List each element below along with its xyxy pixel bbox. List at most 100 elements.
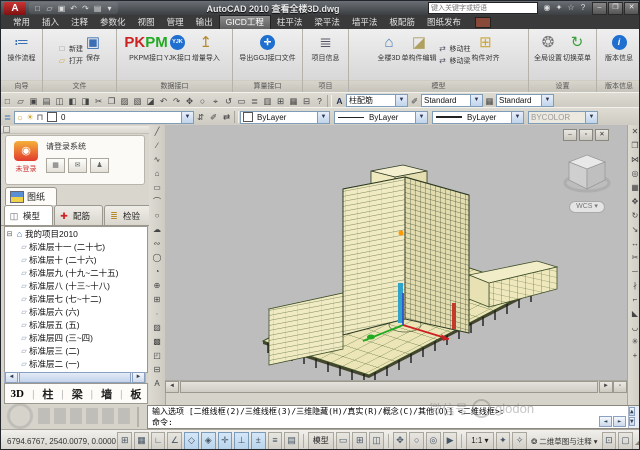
viewport-split-icon[interactable]: ▫ <box>613 381 627 393</box>
explode-icon[interactable]: ✳ <box>629 335 640 349</box>
plot-preview-icon[interactable]: ◫ <box>53 95 66 107</box>
otrack-toggle[interactable]: ✛ <box>217 432 233 449</box>
scroll-thumb[interactable] <box>19 372 131 383</box>
subscription-icon[interactable]: ✦ <box>554 3 564 13</box>
pan-icon[interactable]: ✥ <box>392 432 408 449</box>
tree-item-floor4[interactable]: ▱ 标准层四 (三~四) <box>5 331 147 344</box>
lineweight-combo[interactable]: ByLayer ▼ <box>432 110 524 124</box>
annotation-scale-button[interactable]: 1:1 ▾ <box>466 432 494 449</box>
tree-item-floor10[interactable]: ▱ 标准层十 (二十六) <box>5 253 147 266</box>
ducs-toggle[interactable]: ⊥ <box>234 432 249 449</box>
scroll-left-icon[interactable]: ◄ <box>165 381 179 393</box>
zoom-realtime-icon[interactable]: ○ <box>196 95 209 107</box>
polyline-icon[interactable]: ∿ <box>151 153 164 167</box>
help-icon[interactable]: ? <box>578 3 588 13</box>
tab-beam[interactable]: 梁 <box>69 386 86 402</box>
version-info-button[interactable]: i 版本信息 <box>605 30 633 80</box>
tab-gicd-project[interactable]: GICD工程 <box>218 15 271 29</box>
redo-icon[interactable]: ↷ <box>170 95 183 107</box>
help-search-input[interactable] <box>428 2 538 14</box>
copy-icon[interactable]: ❐ <box>105 95 118 107</box>
mtext-icon[interactable]: A <box>151 377 164 391</box>
layer-states-icon[interactable]: ⇵ <box>194 111 207 123</box>
tab-sheet-publish[interactable]: 图纸发布 <box>421 15 467 29</box>
expander-icon[interactable]: ⊟ <box>5 230 14 238</box>
pkpm-interface-button[interactable]: PK PM PKPM接口 <box>124 30 167 80</box>
message-icon[interactable]: ✉ <box>68 158 87 173</box>
paste-icon[interactable]: ▨ <box>118 95 131 107</box>
pan-icon[interactable]: ✥ <box>183 95 196 107</box>
array-icon[interactable]: ▦ <box>629 181 640 195</box>
construction-line-icon[interactable]: ∕ <box>151 139 164 153</box>
linetype-combo[interactable]: ByLayer ▼ <box>334 110 428 124</box>
save-button[interactable]: ▣ 保存 <box>84 30 102 80</box>
cut-icon[interactable]: ✂ <box>92 95 105 107</box>
tab-rebar[interactable]: ✚ 配筋 <box>54 205 103 225</box>
scroll-left-icon[interactable]: ◄ <box>5 372 18 383</box>
properties-icon[interactable]: ▭ <box>235 95 248 107</box>
chevron-down-icon[interactable]: ▼ <box>470 95 482 106</box>
tab-home[interactable]: 常用 <box>7 15 36 29</box>
point-icon[interactable]: ∙ <box>151 307 164 321</box>
plot-icon[interactable]: ▤ <box>40 95 53 107</box>
hatch-icon[interactable]: ▨ <box>151 321 164 335</box>
user-icon[interactable]: ♟ <box>90 158 109 173</box>
layer-previous-icon[interactable]: ⇄ <box>220 111 233 123</box>
help-icon[interactable]: ? <box>313 95 326 107</box>
autocad-logo-icon[interactable]: A <box>4 1 26 15</box>
quick-view-layouts-icon[interactable]: ⊞ <box>352 432 368 449</box>
scroll-right-icon[interactable]: ► <box>599 381 613 393</box>
tab-sheets[interactable]: 图纸 <box>5 187 57 205</box>
block-editor-icon[interactable]: ◪ <box>144 95 157 107</box>
circle-icon[interactable]: ○ <box>151 209 164 223</box>
layer-combo[interactable]: ☼ ☀ ⊓ 0 ▼ <box>14 110 194 124</box>
match-properties-icon[interactable]: ▧ <box>131 95 144 107</box>
scroll-right-icon[interactable]: ► <box>132 372 145 383</box>
scroll-thumb[interactable] <box>180 381 598 393</box>
redo-icon[interactable]: ↷ <box>80 3 91 14</box>
drawing-restore-icon[interactable]: ▫ <box>579 129 593 141</box>
more-icon[interactable]: + <box>629 349 640 363</box>
workflow-button[interactable]: ≔ 操作流程 <box>8 30 36 80</box>
extend-icon[interactable]: ─ <box>629 265 640 279</box>
ellipse-arc-icon[interactable]: ◔ <box>151 265 164 279</box>
clean-screen-icon[interactable]: ▢ <box>618 432 633 449</box>
scroll-up-icon[interactable]: ▲ <box>629 407 635 416</box>
text-style-icon[interactable]: A <box>333 95 346 107</box>
polygon-icon[interactable]: ⌂ <box>151 167 164 181</box>
new-file-button[interactable]: □ 新建 <box>57 44 83 54</box>
canvas-hscrollbar[interactable]: ◄ ► ▫ <box>165 380 627 393</box>
3ddwf-icon[interactable]: ◨ <box>79 95 92 107</box>
minimize-icon[interactable]: – <box>592 1 607 15</box>
move-beam-button[interactable]: ⇄ 移动梁 <box>437 56 470 66</box>
steering-wheel-icon[interactable]: ◎ <box>426 432 441 449</box>
tree-item-floor9[interactable]: ▱ 标准层九 (十九~二十五) <box>5 266 147 279</box>
markup-icon[interactable]: ▦ <box>287 95 300 107</box>
chevron-down-icon[interactable]: ▼ <box>317 111 329 123</box>
tab-insert[interactable]: 插入 <box>36 15 65 29</box>
whole-building-3d-button[interactable]: ⌂ 全楼3D <box>378 30 401 80</box>
publish-icon[interactable]: ◧ <box>66 95 79 107</box>
tab-view[interactable]: 视图 <box>132 15 161 29</box>
viewcube-icon[interactable] <box>561 149 613 195</box>
insert-block-icon[interactable]: ⊕ <box>151 279 164 293</box>
color-combo[interactable]: ByLayer ▼ <box>240 110 330 124</box>
layer-manager-icon[interactable]: ≣ <box>1 111 14 123</box>
break-icon[interactable]: ∤ <box>629 279 640 293</box>
annotation-visibility-icon[interactable]: ✦ <box>495 432 511 449</box>
tab-beam-method[interactable]: 梁平法 <box>308 15 346 29</box>
move-column-button[interactable]: ⇄ 移动柱 <box>437 44 470 54</box>
cmd-scroll-left-icon[interactable]: ◄ <box>599 416 612 427</box>
dim-style-combo[interactable]: Standard ▼ <box>421 94 483 107</box>
dyn-toggle[interactable]: ± <box>250 432 266 449</box>
spline-icon[interactable]: ∾ <box>151 237 164 251</box>
tab-column-method[interactable]: 柱平法 <box>271 15 309 29</box>
scroll-down-icon[interactable]: ▼ <box>629 417 635 426</box>
open-icon[interactable]: ▱ <box>14 95 27 107</box>
command-window-grip[interactable] <box>137 407 145 427</box>
switch-menu-button[interactable]: ↻ 切换菜单 <box>563 30 591 80</box>
resize-grip-icon[interactable]: ◢ <box>635 437 639 446</box>
tab-wall[interactable]: 墙 <box>98 386 115 402</box>
model-space-button[interactable]: 模型 <box>307 432 334 449</box>
project-info-button[interactable]: ≣ 项目信息 <box>312 30 340 80</box>
